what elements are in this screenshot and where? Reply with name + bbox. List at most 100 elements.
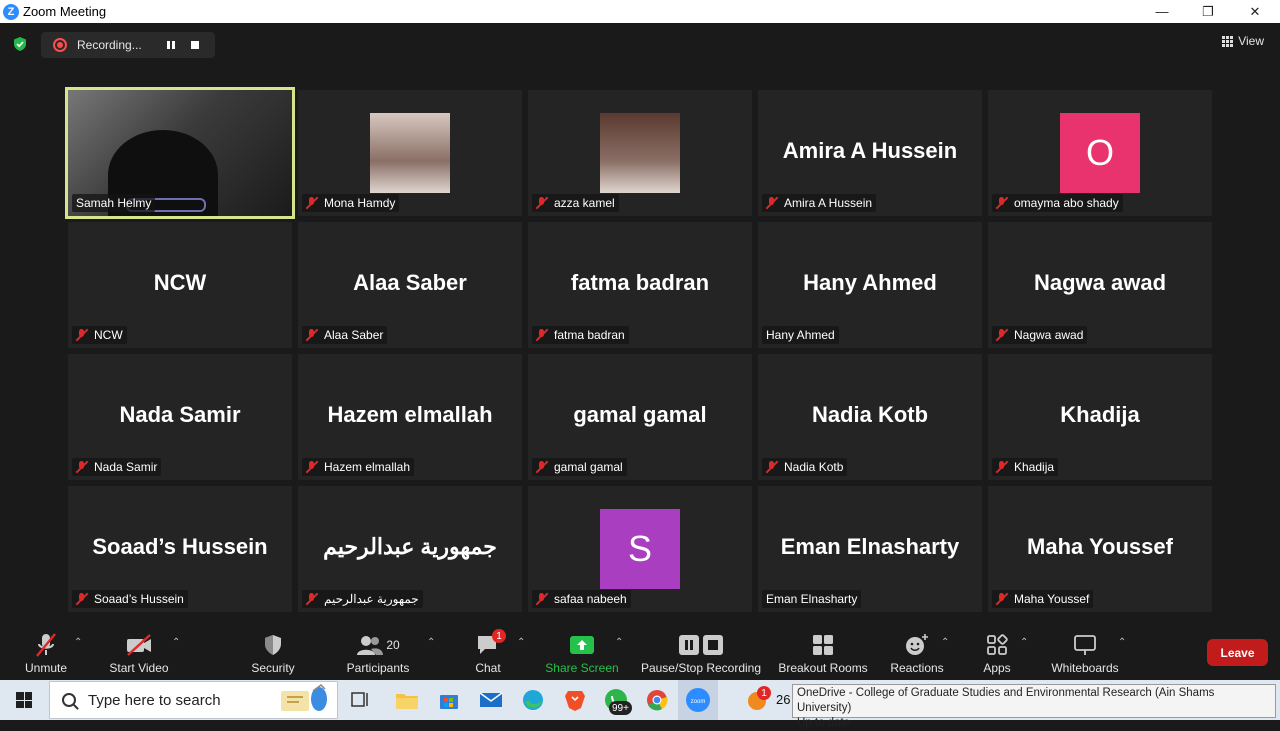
muted-mic-icon	[536, 593, 548, 605]
participants-options-chevron-icon[interactable]: ⌃	[427, 637, 435, 648]
participant-tile[interactable]: Amira A Hussein Amira A Hussein	[758, 90, 982, 216]
taskbar-search-box[interactable]: Type here to search	[49, 681, 338, 719]
participant-display-name: Maha Youssef	[1027, 534, 1173, 559]
apps-options-chevron-icon[interactable]: ⌃	[1020, 637, 1028, 648]
start-button[interactable]	[0, 680, 48, 720]
share-screen-button[interactable]: Share Screen	[545, 623, 619, 680]
participant-name-label: Khadija	[992, 458, 1059, 476]
audio-options-chevron-icon[interactable]: ⌃	[74, 637, 82, 648]
unmute-button[interactable]: Unmute	[23, 623, 69, 680]
app-notification-badge: 1	[757, 686, 771, 700]
participant-tile[interactable]: Soaad’s Hussein Soaad’s Hussein	[68, 486, 292, 612]
participant-name-label: Nadia Kotb	[762, 458, 848, 476]
view-label: View	[1238, 34, 1264, 48]
close-icon[interactable]: ✕	[1232, 0, 1278, 23]
participant-tile[interactable]: Hazem elmallah Hazem elmallah	[298, 354, 522, 480]
leave-button[interactable]: Leave	[1207, 639, 1268, 666]
participant-name-label: omayma abo shady	[992, 194, 1123, 212]
participant-tile[interactable]: NCW NCW	[68, 222, 292, 348]
task-view-icon[interactable]	[344, 684, 376, 716]
participant-name-label: Maha Youssef	[992, 590, 1094, 608]
video-options-chevron-icon[interactable]: ⌃	[172, 637, 180, 648]
muted-mic-icon	[996, 593, 1008, 605]
encryption-shield-icon[interactable]	[12, 36, 28, 52]
reactions-options-chevron-icon[interactable]: ⌃	[941, 637, 949, 648]
participant-display-name: Amira A Hussein	[782, 138, 958, 163]
participant-name-label: Soaad’s Hussein	[72, 590, 188, 608]
participant-tile[interactable]: gamal gamal gamal gamal	[528, 354, 752, 480]
participant-name: Eman Elnasharty	[766, 592, 858, 606]
muted-mic-icon	[76, 329, 88, 341]
participant-initial-avatar: O	[1060, 113, 1140, 193]
reactions-button[interactable]: Reactions	[888, 623, 946, 680]
participant-name: Mona Hamdy	[324, 196, 396, 210]
participant-tile[interactable]: Khadija Khadija	[988, 354, 1212, 480]
participant-tile[interactable]: Nadia Kotb Nadia Kotb	[758, 354, 982, 480]
participant-name: azza kamel	[554, 196, 615, 210]
unmute-label: Unmute	[24, 661, 68, 675]
participant-name: Hazem elmallah	[324, 460, 411, 474]
muted-mic-icon	[996, 329, 1008, 341]
pause-icon	[167, 41, 175, 49]
participant-tile[interactable]: Mona Hamdy	[298, 90, 522, 216]
participant-tile[interactable]: Nagwa awad Nagwa awad	[988, 222, 1212, 348]
brave-browser-icon[interactable]	[559, 684, 591, 716]
whatsapp-unread-badge: 99+	[609, 701, 632, 715]
participant-tile[interactable]: Alaa Saber Alaa Saber	[298, 222, 522, 348]
reactions-smiley-icon	[904, 631, 930, 659]
mail-icon[interactable]	[475, 684, 507, 716]
breakout-rooms-button[interactable]: Breakout Rooms	[777, 623, 869, 680]
zoom-logo-icon: Z	[3, 3, 19, 20]
whiteboards-options-chevron-icon[interactable]: ⌃	[1118, 637, 1126, 648]
share-options-chevron-icon[interactable]: ⌃	[615, 637, 623, 648]
whiteboards-button[interactable]: Whiteboards	[1049, 623, 1121, 680]
participants-button[interactable]: 20 Participants	[345, 623, 411, 680]
view-button[interactable]: View	[1222, 34, 1264, 48]
zoom-app-taskbar-icon[interactable]: zoom	[678, 680, 718, 720]
muted-mic-icon	[306, 593, 318, 605]
pause-recording-button[interactable]	[161, 35, 181, 55]
participant-tile[interactable]: azza kamel	[528, 90, 752, 216]
chat-options-chevron-icon[interactable]: ⌃	[517, 637, 525, 648]
participant-tile[interactable]: Oomayma abo shady	[988, 90, 1212, 216]
participant-tile[interactable]: Hany Ahmed Hany Ahmed	[758, 222, 982, 348]
tooltip-title: OneDrive - College of Graduate Studies a…	[797, 687, 1215, 714]
pause-stop-recording-button[interactable]: Pause/Stop Recording	[639, 623, 763, 680]
stop-icon	[191, 41, 199, 49]
muted-mic-icon	[76, 461, 88, 473]
start-video-button[interactable]: Start Video	[107, 623, 171, 680]
muted-mic-icon	[766, 461, 778, 473]
restore-icon[interactable]: ❐	[1185, 0, 1231, 23]
participant-name: safaa nabeeh	[554, 592, 627, 606]
participant-tile[interactable]: جمهورية عبدالرحيم جمهورية عبدالرحيم	[298, 486, 522, 612]
participant-tile[interactable]: Samah Helmy	[65, 87, 295, 219]
stop-recording-button[interactable]	[185, 35, 205, 55]
muted-mic-icon	[766, 197, 778, 209]
whiteboard-icon	[1072, 631, 1098, 659]
participant-display-name: Alaa Saber	[353, 270, 467, 295]
participant-tile[interactable]: fatma badran fatma badran	[528, 222, 752, 348]
participant-display-name: Nadia Kotb	[811, 402, 929, 427]
file-explorer-icon[interactable]	[391, 684, 423, 716]
participant-tile[interactable]: Eman Elnasharty Eman Elnasharty	[758, 486, 982, 612]
edge-browser-icon[interactable]	[517, 684, 549, 716]
chrome-browser-icon[interactable]	[641, 684, 673, 716]
participant-tile[interactable]: Nada Samir Nada Samir	[68, 354, 292, 480]
pause-stop-recording-icon	[677, 631, 725, 659]
participant-display-name: Hazem elmallah	[327, 402, 493, 427]
participant-name: Amira A Hussein	[784, 196, 873, 210]
participant-name-label: Eman Elnasharty	[762, 590, 862, 608]
participant-gallery: Samah Helmy Mona Hamdy azza kamel Amira A H…	[65, 87, 1212, 612]
apps-button[interactable]: Apps	[981, 623, 1013, 680]
participant-name: Khadija	[1014, 460, 1055, 474]
participant-name-label: جمهورية عبدالرحيم	[302, 590, 423, 608]
participant-tile[interactable]: Maha Youssef Maha Youssef	[988, 486, 1212, 612]
start-video-label: Start Video	[109, 661, 169, 675]
participant-tile[interactable]: Ssafaa nabeeh	[528, 486, 752, 612]
participant-name-label: azza kamel	[532, 194, 619, 212]
share-screen-icon	[569, 631, 595, 659]
muted-mic-icon	[536, 329, 548, 341]
microsoft-store-icon[interactable]	[433, 684, 465, 716]
minimize-icon[interactable]: —	[1139, 0, 1185, 23]
security-button[interactable]: Security	[250, 623, 296, 680]
